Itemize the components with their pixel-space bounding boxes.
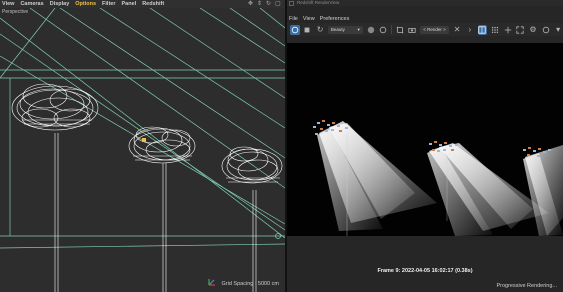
close-icon: ✕: [453, 25, 461, 34]
settings-button[interactable]: ⚙: [528, 25, 538, 35]
crop-region-button[interactable]: [395, 25, 405, 35]
menu-view[interactable]: View: [2, 0, 14, 8]
grid-dots-icon: [491, 26, 499, 33]
render-view-panel: Redshift RenderView File View Preference…: [287, 0, 563, 292]
channel-toggle-button[interactable]: [366, 25, 376, 35]
aov-dropdown[interactable]: Beauty ▾: [327, 25, 363, 34]
camera-label: Perspective: [2, 9, 29, 15]
menu-display[interactable]: Display: [50, 0, 70, 8]
compare-button[interactable]: ›: [465, 25, 475, 35]
axis-gizmo-icon: [208, 279, 215, 286]
redshift-logo-icon: [289, 0, 294, 6]
circle-icon: [542, 26, 549, 33]
aov-dropdown-value: Beauty: [330, 26, 345, 32]
render-select-value: < Render >: [423, 26, 446, 32]
light-beam-1: [317, 121, 437, 236]
stop-square-icon: [305, 27, 310, 32]
pixel-view-button[interactable]: [477, 24, 488, 35]
refresh-render-button[interactable]: ↻: [315, 25, 325, 35]
menu-file[interactable]: File: [289, 16, 298, 22]
menu-options[interactable]: Options: [75, 0, 96, 8]
move-view-icon[interactable]: ✥: [248, 1, 254, 7]
grid-view-button[interactable]: [490, 25, 500, 35]
chevron-down-icon: ▾: [556, 25, 561, 34]
refresh-icon: ↻: [316, 25, 324, 34]
menu-rv-view[interactable]: View: [303, 16, 315, 22]
frame-info: Frame 9: 2022-04-05 16:02:17 (0.38s): [377, 268, 473, 274]
snapshot-button[interactable]: [408, 25, 418, 35]
render-view-menubar: File View Preferences: [287, 14, 563, 23]
expand-icon: [516, 25, 524, 34]
channel-icon: [367, 26, 374, 33]
delete-snapshot-button[interactable]: ✕: [452, 25, 462, 35]
stop-render-button[interactable]: [303, 25, 313, 35]
light-tower-3: [221, 146, 283, 292]
menu-filter[interactable]: Filter: [102, 0, 115, 8]
exposure-icon: [380, 26, 387, 33]
render-view-toolbar: ↻ Beauty ▾ < Render > ▾ ✕ ›: [287, 23, 563, 40]
rotate-view-icon[interactable]: ↻: [266, 1, 272, 7]
camera-icon: [408, 27, 417, 33]
render-view-title: Redshift RenderView: [297, 0, 340, 5]
fit-view-button[interactable]: [515, 25, 525, 35]
crop-icon: [396, 26, 403, 33]
selected-light-marker[interactable]: [142, 138, 146, 142]
render-select-dropdown[interactable]: < Render > ▾: [420, 25, 450, 40]
options-button[interactable]: [541, 25, 551, 35]
pixel-grid-icon: [478, 25, 487, 34]
start-render-button[interactable]: [290, 24, 300, 35]
light-tower-2: [128, 126, 196, 292]
maximize-view-icon[interactable]: ▢: [275, 1, 281, 7]
scene-guide-lines: [0, 8, 285, 249]
viewport-panel[interactable]: View Cameras Display Options Filter Pane…: [0, 0, 285, 292]
light-beam-3: [523, 145, 563, 236]
menu-cameras[interactable]: Cameras: [20, 0, 43, 8]
light-tower-1: [11, 83, 99, 292]
viewport-menubar: View Cameras Display Options Filter Pane…: [0, 0, 285, 8]
chevron-right-icon: ›: [468, 25, 472, 34]
chevron-down-icon: ▾: [357, 26, 360, 32]
viewport-canvas[interactable]: [0, 8, 285, 292]
gear-icon: ⚙: [529, 25, 537, 34]
viewport-nav-icons: ✥ ⇕ ↻ ▢: [248, 1, 281, 7]
render-status: Progressive Rendering...: [496, 283, 557, 289]
more-options-button[interactable]: ▾: [553, 25, 563, 35]
menu-redshift[interactable]: Redshift: [142, 0, 164, 8]
grid-spacing-readout: Grid Spacing : 5000 cm: [221, 281, 279, 287]
zoom-view-icon[interactable]: ⇕: [257, 1, 263, 7]
exposure-button[interactable]: [378, 25, 388, 35]
color-picker-button[interactable]: [503, 25, 513, 35]
crosshair-icon: [504, 26, 511, 33]
menu-panel[interactable]: Panel: [122, 0, 137, 8]
render-output-image[interactable]: [287, 43, 563, 236]
toolbar-separator: [391, 25, 392, 34]
render-play-icon: [291, 26, 299, 33]
menu-preferences[interactable]: Preferences: [320, 16, 350, 22]
render-view-titlebar: Redshift RenderView: [287, 0, 563, 6]
